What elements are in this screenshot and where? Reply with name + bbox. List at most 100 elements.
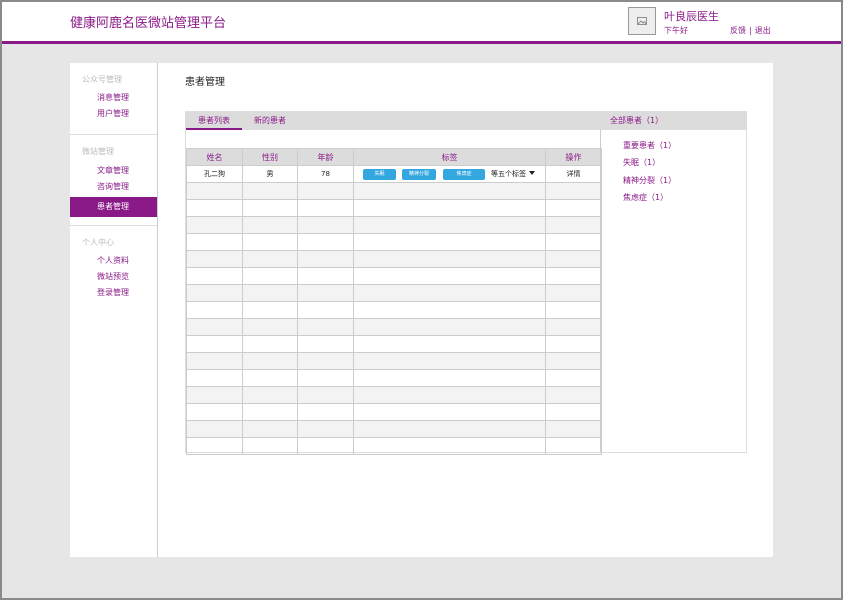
- table-cell-empty: [242, 199, 298, 217]
- category-anxiety[interactable]: 焦虑症（1）: [623, 192, 668, 203]
- table-row-empty: [186, 216, 602, 234]
- sidebar-item-login-management[interactable]: 登录管理: [70, 285, 157, 301]
- table-cell-empty: [353, 386, 546, 404]
- table-cell-empty: [353, 250, 546, 268]
- table-row-empty: [186, 250, 602, 268]
- sidebar-item-articles[interactable]: 文章管理: [70, 163, 157, 179]
- table-cell-empty: [186, 182, 243, 200]
- column-header-age[interactable]: 年龄: [297, 148, 354, 166]
- table-cell-empty: [186, 301, 243, 319]
- table-row-empty: [186, 437, 602, 455]
- table-row[interactable]: 孔二狗 男 78 失眠 精神分裂 焦虑症 等五个标签 详情: [186, 165, 602, 183]
- table-cell-empty: [545, 386, 602, 404]
- table-cell-empty: [353, 369, 546, 387]
- table-cell-empty: [545, 318, 602, 336]
- table-cell-empty: [545, 369, 602, 387]
- table-row-empty: [186, 284, 602, 302]
- table-cell-empty: [353, 267, 546, 285]
- content-card: 公众号管理 消息管理 用户管理 微站管理 文章管理 咨询管理 患者管理 个人中心…: [70, 63, 773, 557]
- table-cell-empty: [297, 216, 354, 234]
- table-cell-empty: [242, 403, 298, 421]
- table-cell-empty: [353, 216, 546, 234]
- top-header: 健康阿鹿名医微站管理平台 叶良辰医生 下午好 反馈 | 退出: [0, 0, 843, 44]
- table-cell-empty: [186, 420, 243, 438]
- caret-down-icon: [529, 171, 535, 175]
- table-row-empty: [186, 199, 602, 217]
- table-cell-empty: [545, 267, 602, 285]
- sidebar-item-messages[interactable]: 消息管理: [70, 90, 157, 106]
- table-row-empty: [186, 352, 602, 370]
- table-row-empty: [186, 233, 602, 251]
- sidebar-item-profile[interactable]: 个人资料: [70, 253, 157, 269]
- tag-badge[interactable]: 失眠: [363, 169, 396, 180]
- table-row-empty: [186, 386, 602, 404]
- table-row-empty: [186, 267, 602, 285]
- page-title: 患者管理: [185, 77, 225, 88]
- table-cell-empty: [545, 216, 602, 234]
- table-cell-empty: [297, 318, 354, 336]
- column-header-tags[interactable]: 标签: [353, 148, 546, 166]
- patient-tags: 失眠 精神分裂 焦虑症 等五个标签: [353, 165, 546, 183]
- table-cell-empty: [353, 437, 546, 455]
- table-cell-empty: [353, 335, 546, 353]
- tag-badge[interactable]: 焦虑症: [443, 169, 485, 180]
- image-icon: [637, 17, 647, 25]
- column-header-actions[interactable]: 操作: [545, 148, 602, 166]
- table-cell-empty: [545, 403, 602, 421]
- table-cell-empty: [297, 352, 354, 370]
- avatar[interactable]: [628, 7, 656, 35]
- table-cell-empty: [353, 403, 546, 421]
- tab-bar: 患者列表 新的患者 全部患者（1）: [186, 112, 746, 130]
- sidebar-group-title: 公众号管理: [82, 75, 122, 84]
- sidebar-group-microsite: 微站管理 文章管理 咨询管理 患者管理: [70, 135, 157, 226]
- patient-table: 姓名 性别 年龄 标签 操作 孔二狗 男 78 失眠 精神分裂 焦虑症 等五个标…: [186, 148, 602, 455]
- table-cell-empty: [297, 233, 354, 251]
- table-cell-empty: [242, 369, 298, 387]
- table-cell-empty: [242, 437, 298, 455]
- table-cell-empty: [353, 318, 546, 336]
- table-cell-empty: [545, 420, 602, 438]
- column-header-name[interactable]: 姓名: [186, 148, 243, 166]
- table-cell-empty: [545, 437, 602, 455]
- table-cell-empty: [186, 250, 243, 268]
- table-cell-empty: [297, 199, 354, 217]
- table-cell-empty: [186, 267, 243, 285]
- table-cell-empty: [353, 182, 546, 200]
- table-cell-empty: [242, 267, 298, 285]
- details-link[interactable]: 详情: [545, 165, 602, 183]
- table-cell-empty: [186, 318, 243, 336]
- tab-patient-list[interactable]: 患者列表: [186, 112, 242, 130]
- sidebar-item-consultations[interactable]: 咨询管理: [70, 179, 157, 195]
- table-cell-empty: [545, 233, 602, 251]
- link-separator: |: [749, 26, 752, 35]
- all-patients-header[interactable]: 全部患者（1）: [610, 112, 663, 130]
- category-important[interactable]: 重要患者（1）: [623, 140, 676, 151]
- app-title: 健康阿鹿名医微站管理平台: [70, 16, 227, 31]
- table-cell-empty: [242, 284, 298, 302]
- sidebar-item-site-preview[interactable]: 微站预览: [70, 269, 157, 285]
- category-schizophrenia[interactable]: 精神分裂（1）: [623, 175, 676, 186]
- table-cell-empty: [353, 420, 546, 438]
- patient-panel: 患者列表 新的患者 全部患者（1） 姓名 性别 年龄 标签 操作 孔二狗 男 7…: [185, 111, 747, 455]
- logout-link[interactable]: 退出: [755, 26, 771, 35]
- patient-age: 78: [297, 165, 354, 183]
- feedback-link[interactable]: 反馈: [730, 26, 746, 35]
- sidebar-item-users[interactable]: 用户管理: [70, 106, 157, 122]
- table-row-empty: [186, 182, 602, 200]
- sidebar-item-patients[interactable]: 患者管理: [70, 197, 157, 217]
- patient-name: 孔二狗: [186, 165, 243, 183]
- tag-badge[interactable]: 精神分裂: [402, 169, 436, 180]
- column-header-gender[interactable]: 性别: [242, 148, 298, 166]
- table-cell-empty: [297, 250, 354, 268]
- table-cell-empty: [186, 335, 243, 353]
- tab-new-patients[interactable]: 新的患者: [242, 112, 298, 130]
- more-tags-dropdown[interactable]: 等五个标签: [491, 169, 535, 179]
- table-cell-empty: [186, 199, 243, 217]
- table-cell-empty: [242, 352, 298, 370]
- table-cell-empty: [186, 437, 243, 455]
- table-row-empty: [186, 369, 602, 387]
- sidebar-group-title: 个人中心: [82, 238, 114, 247]
- category-insomnia[interactable]: 失眠（1）: [623, 157, 660, 168]
- table-cell-empty: [186, 403, 243, 421]
- category-pane: 重要患者（1） 失眠（1） 精神分裂（1） 焦虑症（1）: [600, 130, 746, 452]
